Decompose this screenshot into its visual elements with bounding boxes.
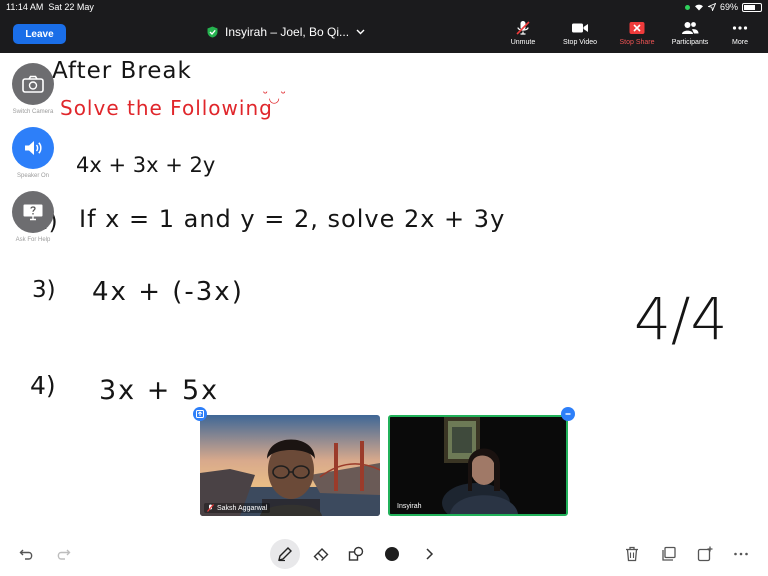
chevron-right-icon [426,548,434,560]
switch-camera-label: Switch Camera [12,109,54,115]
pages-button[interactable] [656,541,682,567]
stop-video-label: Stop Video [562,39,598,46]
screen-share-badge[interactable] [193,407,207,421]
redo-button[interactable] [50,541,76,567]
share-up-icon [196,410,204,418]
more-dots-icon [732,26,748,30]
help-label: Ask For Help [15,237,51,243]
question-4-expression: 3x + 5x [99,375,220,406]
expand-tools-button[interactable] [416,541,442,567]
meeting-title-button[interactable]: Insyirah – Joel, Bo Qi... [207,24,365,40]
battery-percent: 69% [719,2,738,12]
new-page-button[interactable] [692,541,718,567]
muted-mic-icon [516,21,530,35]
encryption-shield-icon [207,26,218,38]
participant-video-insyirah [390,417,566,514]
color-picker-button[interactable] [379,541,405,567]
location-icon [707,3,716,11]
more-options-button[interactable] [728,541,754,567]
whiteboard-heading: After Break [52,58,192,84]
question-4-number: 4) [30,371,56,400]
participants-label: Participants [671,39,709,46]
participant-name-tag: Saksh Aggarwal [204,503,271,513]
add-page-icon [697,546,713,562]
unmute-label: Unmute [510,39,536,46]
participants-icon [682,22,699,34]
redo-icon [57,549,71,560]
status-time: 11:14 AM [6,2,44,12]
muted-mic-icon [207,504,214,512]
participant-name: Saksh Aggarwal [217,504,268,512]
pen-tool-button[interactable] [270,539,300,569]
help-icon [23,204,43,221]
shapes-tool-button[interactable] [343,541,369,567]
delete-button[interactable] [619,541,645,567]
status-time-date: 11:14 AM Sat 22 May [6,2,94,12]
video-camera-icon [572,23,588,33]
eraser-icon [313,548,329,561]
wifi-icon [694,4,703,11]
speaker-button[interactable] [12,127,54,169]
speaker-label: Speaker On [16,173,50,179]
speaker-icon [25,141,42,155]
more-label: More [732,39,748,46]
video-tile-saksh[interactable]: Saksh Aggarwal [200,415,380,516]
shapes-icon [348,546,364,561]
participant-name: Insyirah [397,503,422,510]
more-button[interactable]: More [712,20,768,50]
meeting-title: Insyirah – Joel, Bo Qi... [225,25,350,39]
undo-icon [19,549,33,560]
stop-share-label: Stop Share [619,39,655,46]
pages-icon [662,546,676,561]
stop-share-icon [629,22,645,34]
tile-options-badge[interactable] [561,407,575,421]
top-bar: 11:14 AM Sat 22 May 69% Leave Insyirah –… [0,0,768,53]
question-3-number: 3) [32,277,56,303]
trash-icon [626,546,638,562]
leave-button[interactable]: Leave [13,24,66,44]
participant-name-tag: Insyirah [394,502,425,511]
annotation-toolbar [0,530,768,576]
switch-camera-button[interactable] [12,63,54,105]
video-tile-insyirah[interactable]: Insyirah [388,415,568,516]
stop-video-button[interactable]: Stop Video [552,20,608,50]
camera-indicator-icon [684,4,690,10]
smiley-doodle: ˘◡˘ [262,91,287,106]
chevron-down-icon [356,29,365,35]
ask-for-help-button[interactable] [12,191,54,233]
undo-button[interactable] [14,541,40,567]
whiteboard-instruction: Solve the Following [60,96,273,120]
status-date: Sat 22 May [48,2,94,12]
unmute-button[interactable]: Unmute [495,20,551,50]
switch-camera-icon [22,75,44,93]
status-icons: 69% [684,2,762,12]
question-3-expression: 4x + (-3x) [92,277,244,307]
side-note: 4/4 [634,285,728,353]
more-dots-icon [734,552,748,556]
minus-icon [565,413,571,415]
pen-icon [278,547,292,562]
battery-icon [742,2,762,12]
battery-fill [744,4,755,10]
color-swatch-icon [385,547,399,561]
question-2-expression: If x = 1 and y = 2, solve 2x + 3y [79,205,506,233]
whiteboard-canvas[interactable]: After Break Solve the Following ˘◡˘ 4x +… [0,53,768,523]
stop-share-button[interactable]: Stop Share [609,20,665,50]
participant-video-saksh [200,415,380,516]
participants-button[interactable]: Participants [662,20,718,50]
question-1-expression: 4x + 3x + 2y [76,153,216,177]
eraser-tool-button[interactable] [308,541,334,567]
